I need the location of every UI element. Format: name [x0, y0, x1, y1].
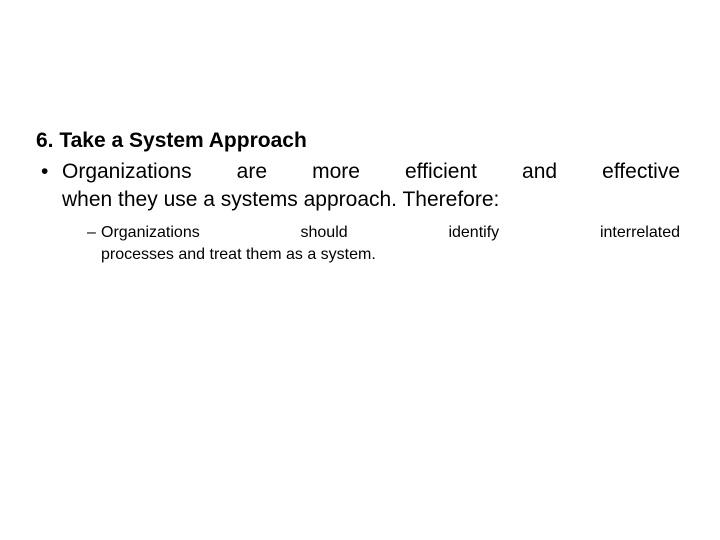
list-item: – Organizations should identify interrel… [36, 222, 680, 266]
sub-bullet-text-line-2: processes and treat them as a system. [101, 246, 376, 263]
sub-bullet-text-line-1: Organizations should identify interrelat… [101, 224, 680, 241]
bullet-text-line-2: when they use a systems approach. Theref… [62, 188, 500, 211]
dash-marker-icon: – [87, 224, 96, 241]
bullet-marker-icon: • [41, 160, 49, 183]
slide-content-block: 6. Take a System Approach • Organization… [36, 128, 680, 266]
page-title: 6. Take a System Approach [36, 129, 307, 152]
list-item: • Organizations are more efficient and e… [36, 158, 680, 214]
slide-canvas: 6. Take a System Approach • Organization… [0, 0, 720, 540]
bullet-text-line-1: Organizations are more efficient and eff… [62, 160, 680, 183]
